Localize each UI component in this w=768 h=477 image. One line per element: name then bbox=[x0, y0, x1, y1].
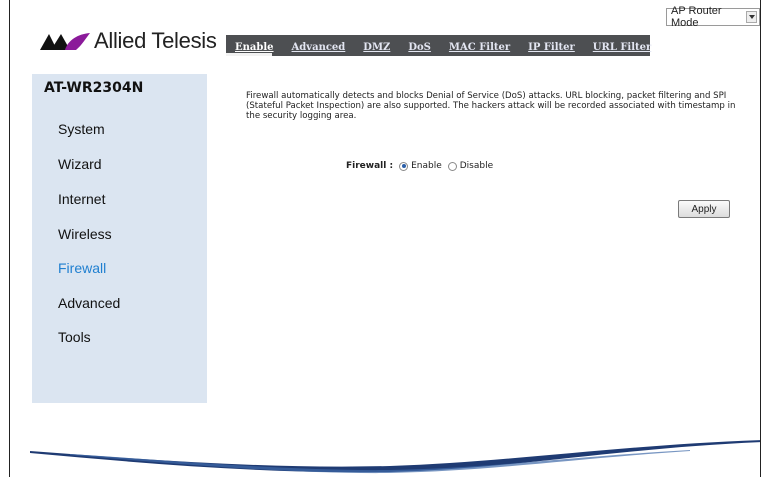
mode-select[interactable]: AP Router Mode bbox=[666, 5, 760, 29]
firewall-toggle-row: Firewall : Enable Disable bbox=[346, 161, 499, 171]
enable-radio[interactable] bbox=[399, 161, 409, 171]
tab-dos[interactable]: DoS bbox=[399, 42, 440, 56]
tab-dmz[interactable]: DMZ bbox=[354, 42, 399, 56]
tab-url-filter[interactable]: URL Filter bbox=[584, 42, 661, 56]
disable-radio-label[interactable]: Disable bbox=[460, 161, 493, 171]
firewall-description: Firewall automatically detects and block… bbox=[246, 91, 736, 121]
page-frame: AP Router Mode Allied Telesis Enable Adv… bbox=[9, 0, 761, 477]
active-tab-indicator bbox=[226, 53, 272, 56]
sidebar-item-internet[interactable]: Internet bbox=[58, 191, 105, 207]
firewall-label: Firewall : bbox=[346, 161, 394, 171]
sidebar-item-wireless[interactable]: Wireless bbox=[58, 226, 112, 242]
allied-telesis-logo-icon bbox=[40, 33, 90, 50]
tab-bar: Enable Advanced DMZ DoS MAC Filter IP Fi… bbox=[226, 35, 651, 56]
tab-ip-filter[interactable]: IP Filter bbox=[519, 42, 584, 56]
chevron-down-icon[interactable] bbox=[746, 11, 757, 23]
sidebar-item-system[interactable]: System bbox=[58, 121, 105, 137]
mode-select-value: AP Router Mode bbox=[671, 5, 722, 29]
sidebar-item-tools[interactable]: Tools bbox=[58, 329, 91, 345]
tab-advanced[interactable]: Advanced bbox=[283, 42, 355, 56]
enable-radio-label[interactable]: Enable bbox=[411, 161, 442, 171]
sidebar-item-wizard[interactable]: Wizard bbox=[58, 156, 102, 172]
apply-button[interactable]: Apply bbox=[678, 200, 730, 218]
logo: Allied Telesis bbox=[40, 28, 217, 54]
sidebar-item-advanced[interactable]: Advanced bbox=[58, 295, 120, 311]
product-name: AT-WR2304N bbox=[44, 80, 144, 96]
disable-radio[interactable] bbox=[447, 161, 457, 171]
sidebar-item-firewall[interactable]: Firewall bbox=[58, 260, 106, 276]
footer-swoosh-decoration bbox=[30, 440, 760, 474]
sidebar: AT-WR2304N System Wizard Internet Wirele… bbox=[32, 74, 207, 403]
tab-mac-filter[interactable]: MAC Filter bbox=[440, 42, 519, 56]
logo-text: Allied Telesis bbox=[94, 28, 217, 53]
